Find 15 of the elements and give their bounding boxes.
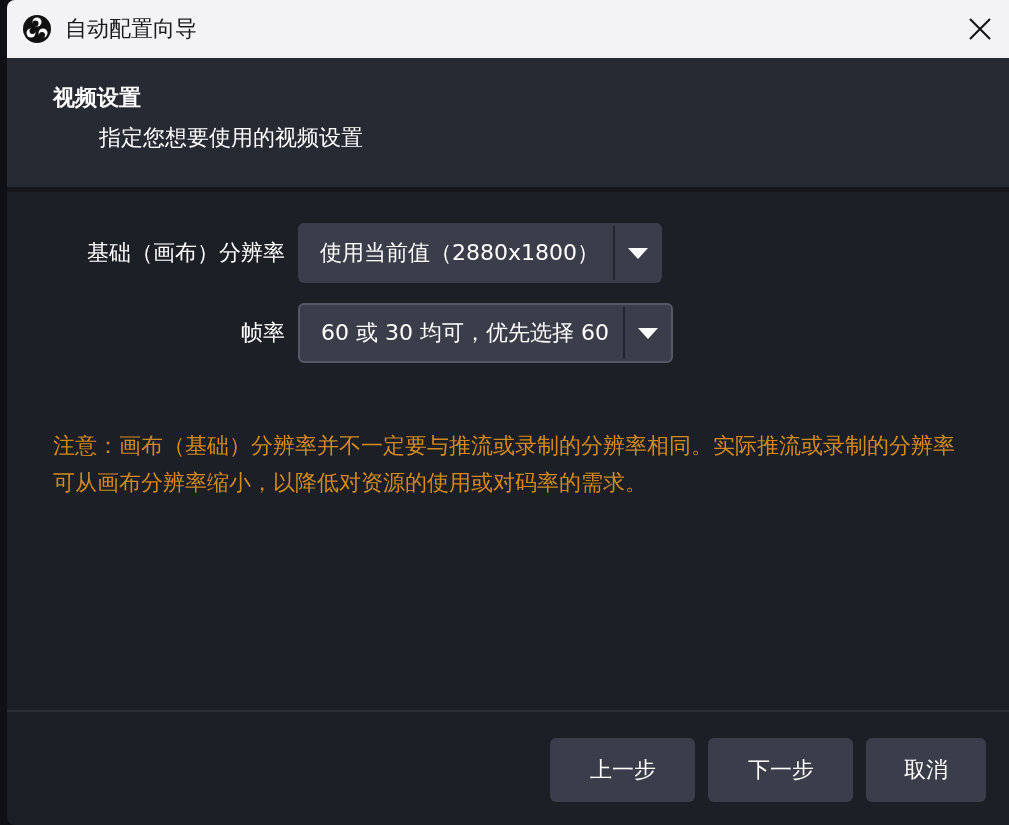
caret-icon (637, 327, 658, 339)
dialog-button[interactable]: 下一步 (708, 738, 853, 802)
dialog-button[interactable]: 上一步 (550, 738, 695, 802)
field-label: 基础（画布）分辨率 (87, 239, 285, 267)
dropdown[interactable]: 60 或 30 均可，优先选择 60 (298, 303, 673, 363)
note-text: 注意：画布（基础）分辨率并不一定要与推流或录制的分辨率相同。实际推流或录制的分辨率可从画布分辨率缩小，以降低对资源的使用或对码率的需求。 (53, 432, 956, 497)
caret-icon (628, 247, 648, 259)
dropdown[interactable]: 使用当前值（2880x1800） (298, 223, 662, 283)
page-title: 视频设置 (53, 84, 142, 112)
page-subtitle: 指定您想要使用的视频设置 (99, 124, 364, 152)
close-icon (969, 18, 991, 40)
field-label: 帧率 (241, 319, 285, 347)
app-logo-icon (22, 14, 52, 44)
dialog-button[interactable]: 取消 (866, 738, 986, 802)
window-title: 自动配置向导 (65, 15, 198, 43)
